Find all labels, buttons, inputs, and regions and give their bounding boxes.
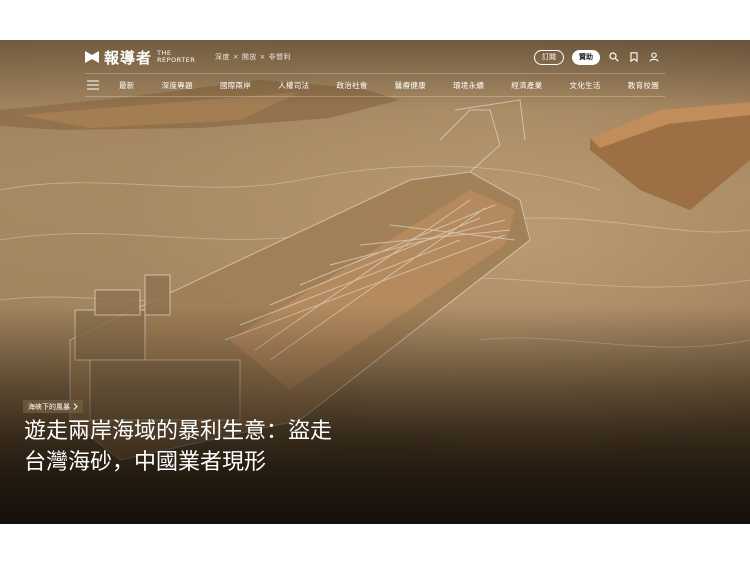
bookmark-icon[interactable] (628, 51, 640, 63)
page: 報導者 THE REPORTER 深度 × 開放 × 非營利 訂閱 贊助 最新 … (0, 0, 750, 563)
nav-items: 最新 深度專題 國際兩岸 人權司法 政治社會 醫療健康 環境永續 經濟產業 文化… (119, 80, 659, 91)
headline-line-2: 台灣海砂，中國業者現形 (24, 450, 267, 475)
series-tag-label: 海峽下的風暴 (28, 402, 70, 411)
brand-tagline: 深度 × 開放 × 非營利 (215, 53, 292, 61)
series-tag[interactable]: 海峽下的風暴 (23, 400, 83, 413)
logo-icon (85, 51, 99, 63)
nav-item-education[interactable]: 教育校園 (628, 80, 659, 91)
brand-name-en: THE REPORTER (157, 50, 197, 64)
site-header: 報導者 THE REPORTER 深度 × 開放 × 非營利 訂閱 贊助 (85, 47, 660, 67)
chevron-right-icon (73, 403, 78, 410)
nav-item-latest[interactable]: 最新 (119, 80, 135, 91)
brand-logo[interactable]: 報導者 THE REPORTER (85, 47, 197, 68)
subscribe-button[interactable]: 訂閱 (534, 49, 564, 65)
header-actions: 訂閱 贊助 (534, 49, 660, 65)
nav-item-culture[interactable]: 文化生活 (570, 80, 601, 91)
brand-name-zh: 報導者 (104, 48, 153, 67)
nav-item-health[interactable]: 醫療健康 (395, 80, 426, 91)
nav-divider-bottom (85, 96, 665, 97)
nav-item-international[interactable]: 國際兩岸 (220, 80, 251, 91)
nav-item-politics[interactable]: 政治社會 (336, 80, 367, 91)
main-nav: 最新 深度專題 國際兩岸 人權司法 政治社會 醫療健康 環境永續 經濟產業 文化… (85, 76, 665, 94)
brand-name-en-line2: REPORTER (157, 56, 196, 64)
nav-item-features[interactable]: 深度專題 (162, 80, 193, 91)
donate-button[interactable]: 贊助 (572, 49, 600, 65)
headline-line-1: 遊走兩岸海域的暴利生意：盜走 (24, 419, 333, 444)
nav-item-environment[interactable]: 環境永續 (453, 80, 484, 91)
nav-divider-top (85, 73, 665, 74)
nav-item-economy[interactable]: 經濟產業 (511, 80, 542, 91)
search-icon[interactable] (608, 51, 620, 63)
menu-icon[interactable] (87, 80, 99, 90)
nav-item-human-rights[interactable]: 人權司法 (278, 80, 309, 91)
article-headline[interactable]: 遊走兩岸海域的暴利生意：盜走 台灣海砂，中國業者現形 (24, 416, 384, 478)
user-icon[interactable] (648, 51, 660, 63)
